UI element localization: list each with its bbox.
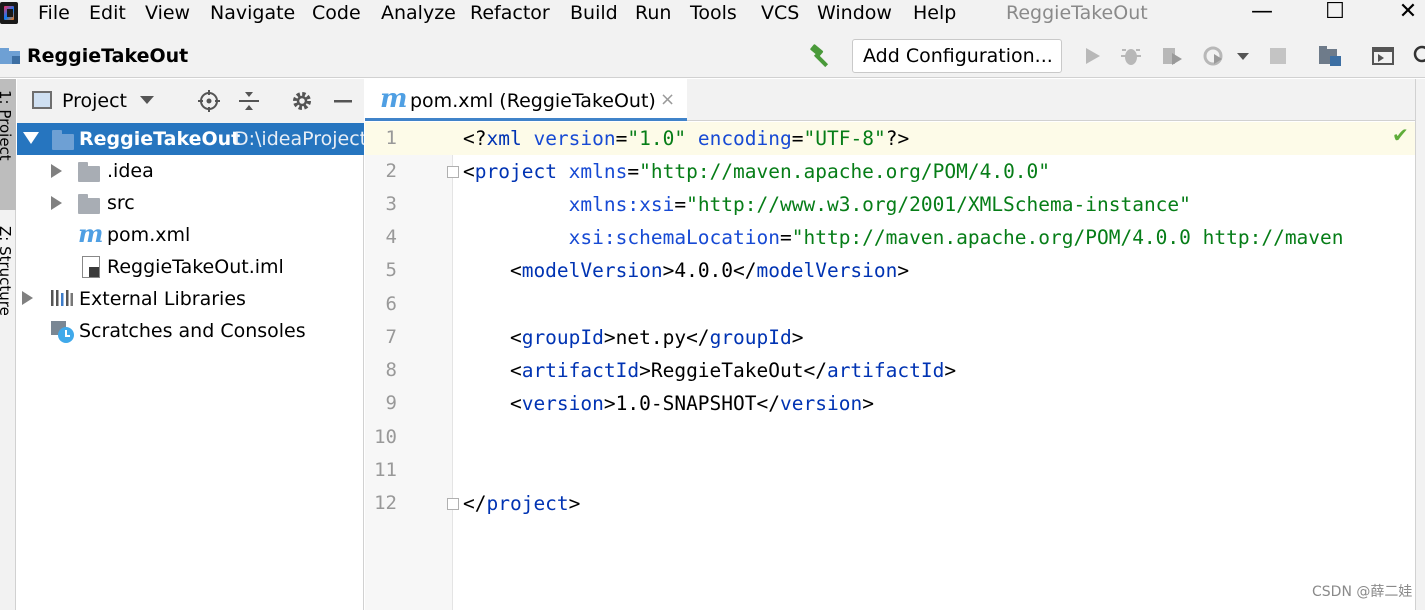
collapse-arrow-icon[interactable] xyxy=(51,196,62,210)
code-line-12[interactable]: </project> xyxy=(463,487,580,520)
close-window-button[interactable]: ✕ xyxy=(1388,0,1425,26)
gear-icon[interactable] xyxy=(290,89,314,113)
project-folder-icon xyxy=(0,48,20,64)
project-tool-tab-label: 1: Project xyxy=(0,90,14,161)
module-folder-icon xyxy=(52,130,74,150)
menu-vcs[interactable]: VCS xyxy=(761,0,799,26)
code-line-2[interactable]: <project xmlns="http://maven.apache.org/… xyxy=(463,155,1050,188)
code-line-4[interactable]: xsi:schemaLocation="http://maven.apache.… xyxy=(463,221,1415,254)
tree-item-iml: ReggieTakeOut.iml xyxy=(107,256,284,278)
menu-code[interactable]: Code xyxy=(312,0,361,26)
watermark-text: CSDN @薛二娃 xyxy=(1312,584,1413,600)
fold-marker-icon[interactable] xyxy=(447,166,459,178)
tree-root-name: ReggieTakeOut xyxy=(79,128,241,150)
line-number: 2 xyxy=(385,160,397,182)
chevron-down-icon[interactable] xyxy=(1236,50,1250,62)
module-file-icon xyxy=(82,256,100,278)
line-number: 4 xyxy=(385,226,397,248)
menu-help[interactable]: Help xyxy=(913,0,956,26)
debug-icon[interactable] xyxy=(1119,44,1143,68)
code-line-7[interactable]: <groupId>net.py</groupId> xyxy=(463,321,804,354)
code-line-5[interactable]: <modelVersion>4.0.0</modelVersion> xyxy=(463,254,909,287)
libraries-icon xyxy=(51,290,73,306)
tree-item-idea: .idea xyxy=(107,160,154,182)
tree-row-pom[interactable] xyxy=(17,219,364,251)
breadcrumb-project[interactable]: ReggieTakeOut xyxy=(27,42,188,70)
code-line-9[interactable]: <version>1.0-SNAPSHOT</version> xyxy=(463,387,874,420)
line-number: 10 xyxy=(374,426,397,448)
line-number: 1 xyxy=(385,127,397,149)
folder-icon xyxy=(78,162,100,182)
folder-icon xyxy=(78,194,100,214)
code-line-8[interactable]: <artifactId>ReggieTakeOut</artifactId> xyxy=(463,354,956,387)
maximize-button[interactable]: ☐ xyxy=(1315,0,1355,26)
build-hammer-icon[interactable] xyxy=(808,43,834,69)
stop-icon[interactable] xyxy=(1266,44,1290,68)
menu-window[interactable]: Window xyxy=(817,0,892,26)
line-number: 6 xyxy=(385,293,397,315)
tree-item-src: src xyxy=(107,192,135,214)
locate-file-icon[interactable] xyxy=(197,89,221,113)
tree-row-src[interactable] xyxy=(17,187,364,219)
menu-analyze[interactable]: Analyze xyxy=(381,0,456,26)
fold-marker-icon[interactable] xyxy=(447,498,459,510)
menu-file[interactable]: File xyxy=(38,0,70,26)
minimize-button[interactable]: — xyxy=(1242,0,1282,26)
project-structure-icon[interactable] xyxy=(1318,44,1342,68)
tree-item-pom: pom.xml xyxy=(107,224,191,246)
menu-tools[interactable]: Tools xyxy=(690,0,737,26)
code-line-1[interactable]: <?xml version="1.0" encoding="UTF-8"?> xyxy=(463,122,909,155)
search-everywhere-icon[interactable] xyxy=(1410,44,1425,68)
expand-arrow-icon[interactable] xyxy=(23,132,39,144)
run-icon[interactable] xyxy=(1080,44,1104,68)
line-number: 7 xyxy=(385,326,397,348)
tree-item-scratches: Scratches and Consoles xyxy=(79,320,306,342)
menu-navigate[interactable]: Navigate xyxy=(210,0,295,26)
collapse-arrow-icon[interactable] xyxy=(22,291,33,305)
code-line-3[interactable]: xmlns:xsi="http://www.w3.org/2001/XMLSch… xyxy=(463,188,1191,221)
profiler-icon[interactable] xyxy=(1202,44,1226,68)
hide-panel-icon[interactable] xyxy=(331,89,355,113)
no-problems-check-icon: ✔ xyxy=(1392,123,1409,147)
menu-refactor[interactable]: Refactor xyxy=(470,0,550,26)
scratches-icon xyxy=(51,321,74,343)
menu-edit[interactable]: Edit xyxy=(89,0,126,26)
line-number: 9 xyxy=(385,392,397,414)
maven-file-icon: m xyxy=(78,219,104,248)
project-view-icon xyxy=(32,91,52,109)
line-number: 11 xyxy=(374,459,397,481)
tab-label: pom.xml (ReggieTakeOut) xyxy=(410,90,656,112)
close-tab-icon[interactable]: × xyxy=(660,88,675,112)
structure-tool-tab-label[interactable]: Z: Structure xyxy=(0,226,14,316)
toggle-panel-icon[interactable] xyxy=(1371,44,1395,68)
run-with-coverage-icon[interactable] xyxy=(1160,44,1184,68)
menu-build[interactable]: Build xyxy=(570,0,618,26)
menu-run[interactable]: Run xyxy=(635,0,671,26)
add-configuration-button[interactable]: Add Configuration... xyxy=(852,39,1062,73)
collapse-all-icon[interactable] xyxy=(237,89,261,113)
menu-view[interactable]: View xyxy=(145,0,190,26)
chevron-down-icon[interactable] xyxy=(140,96,154,104)
line-number: 3 xyxy=(385,193,397,215)
line-number: 8 xyxy=(385,359,397,381)
collapse-arrow-icon[interactable] xyxy=(51,164,62,178)
line-number: 12 xyxy=(374,492,397,514)
maven-file-icon: m xyxy=(380,84,408,114)
right-tool-strip xyxy=(1415,79,1425,610)
tree-root-path: D:\ideaProject xyxy=(234,128,364,150)
tree-item-libraries: External Libraries xyxy=(79,288,246,310)
line-number: 5 xyxy=(385,259,397,281)
window-title: ReggieTakeOut xyxy=(1006,2,1148,24)
intellij-logo-icon xyxy=(0,2,18,24)
tree-row-idea[interactable] xyxy=(17,155,364,187)
project-view-selector[interactable]: Project xyxy=(62,87,127,115)
